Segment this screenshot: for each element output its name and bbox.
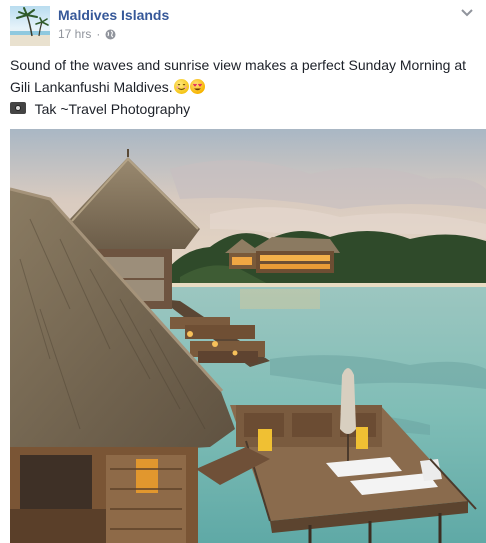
meta-separator: · xyxy=(96,27,101,41)
camera-icon xyxy=(10,102,26,114)
post-message: Sound of the waves and sunrise view make… xyxy=(10,54,478,120)
photo-credit-text: Tak ~Travel Photography xyxy=(34,101,191,117)
post-text-line-2-text: Gili Lankanfushi Maldives. xyxy=(10,79,173,95)
smiling-face-icon xyxy=(173,79,189,94)
page-avatar[interactable] xyxy=(10,6,50,46)
post-meta: 17 hrs · xyxy=(58,27,116,41)
post-text-line-1: Sound of the waves and sunrise view make… xyxy=(10,57,467,73)
chevron-down-icon[interactable] xyxy=(460,5,474,17)
globe-icon[interactable] xyxy=(105,29,116,40)
post-text-line-2: Gili Lankanfushi Maldives. xyxy=(10,76,478,98)
post-header: Maldives Islands 17 hrs · xyxy=(10,5,476,47)
page-name-link[interactable]: Maldives Islands xyxy=(58,7,169,23)
post-photo[interactable] xyxy=(10,129,486,543)
post-timestamp[interactable]: 17 hrs xyxy=(58,27,91,41)
photo-credit: Tak ~Travel Photography xyxy=(10,98,478,120)
heart-eyes-face-icon xyxy=(189,79,205,94)
